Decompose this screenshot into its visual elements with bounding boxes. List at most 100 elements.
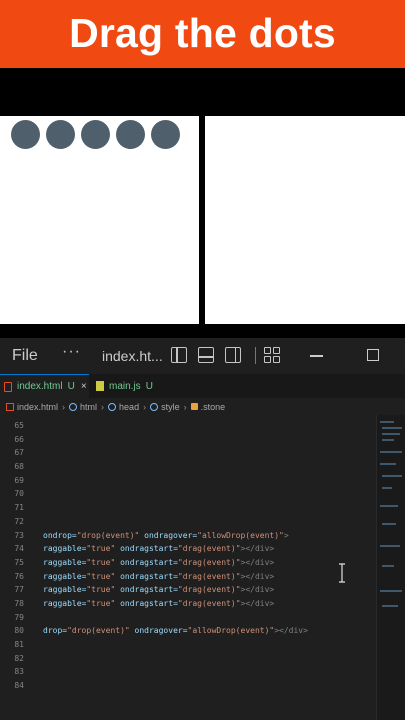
minimize-icon[interactable] <box>310 355 323 357</box>
line-number: 72 <box>14 516 24 526</box>
minimap-line <box>380 451 402 453</box>
line-number: 73 <box>14 530 24 540</box>
code-string: "true" <box>86 585 116 595</box>
code-string: "drag(event)" <box>177 571 241 581</box>
banner-title: Drag the dots <box>69 9 336 56</box>
code-attr: ondragstart= <box>115 571 178 581</box>
code-attr: raggable= <box>43 544 87 554</box>
toggle-sidebar-icon[interactable] <box>171 347 187 363</box>
line-number: 70 <box>14 489 24 499</box>
code-tag: ></div> <box>240 585 275 595</box>
drop-zone-left[interactable] <box>0 116 199 324</box>
tab-label: index.html <box>17 381 63 392</box>
line-number: 65 <box>14 421 24 430</box>
line-number: 83 <box>14 667 24 677</box>
tab-main-js[interactable]: main.js U <box>92 374 162 398</box>
minimap[interactable] <box>376 415 405 720</box>
draggable-dot[interactable] <box>151 120 180 149</box>
minimap-line <box>380 463 396 465</box>
untracked-badge: U <box>145 380 153 392</box>
customize-layout-icon[interactable] <box>264 347 281 364</box>
tab-label: main.js <box>109 380 141 392</box>
code-line: raggable="true" ondragstart="drag(event)… <box>43 570 373 584</box>
minimap-line <box>380 545 400 547</box>
draggable-dot[interactable] <box>116 120 145 149</box>
chevron-right-icon: › <box>183 401 187 412</box>
tag-icon <box>150 402 159 411</box>
draggable-dot[interactable] <box>11 120 40 149</box>
code-attr: ondragstart= <box>115 544 178 554</box>
toggle-panel-icon[interactable] <box>198 347 214 363</box>
tab-index-html[interactable]: index.html U × <box>0 374 89 398</box>
line-number: 71 <box>14 503 24 513</box>
drop-zone-right[interactable] <box>205 116 405 324</box>
line-number: 75 <box>14 557 24 567</box>
breadcrumb-item[interactable]: head <box>119 402 139 412</box>
chevron-right-icon: › <box>143 401 147 412</box>
tag-icon <box>108 402 117 411</box>
code-string: "true" <box>86 598 116 608</box>
menu-file[interactable]: File <box>12 347 38 365</box>
code-string: "drag(event)" <box>177 598 241 608</box>
breadcrumb-item[interactable]: index.html <box>17 402 58 412</box>
titlebar-divider <box>255 347 256 364</box>
breadcrumb-item[interactable]: .stone <box>201 402 226 412</box>
code-attr: raggable= <box>43 585 87 595</box>
code-attr: drop= <box>43 626 68 636</box>
code-tag: ></div> <box>240 557 275 567</box>
minimap-line <box>382 433 400 435</box>
code-string: "drop(event)" <box>76 530 140 540</box>
toggle-secondary-sidebar-icon[interactable] <box>225 347 241 363</box>
minimap-line <box>380 590 402 592</box>
code-area[interactable]: ondrop="drop(event)" ondragover="allowDr… <box>43 419 373 638</box>
code-line: raggable="true" ondragstart="drag(event)… <box>43 583 373 597</box>
line-number-gutter: 65 66 67 68 69 70 71 72 73 74 75 76 77 7… <box>0 419 34 693</box>
line-number: 79 <box>14 612 24 622</box>
line-number: 67 <box>14 448 24 458</box>
code-tag: > <box>283 530 289 540</box>
breadcrumb-item[interactable]: html <box>80 402 97 412</box>
code-editor-window: File ··· index.ht... index.html U × main… <box>0 338 405 720</box>
code-tag: ></div> <box>240 598 275 608</box>
untracked-badge: U <box>67 381 75 392</box>
code-line: raggable="true" ondragstart="drag(event)… <box>43 542 373 556</box>
minimap-line <box>382 475 402 477</box>
code-line: ondrop="drop(event)" ondragover="allowDr… <box>43 529 373 543</box>
close-icon[interactable]: × <box>81 381 87 392</box>
code-string: "allowDrop(event)" <box>197 530 284 540</box>
code-line: raggable="true" ondragstart="drag(event)… <box>43 556 373 570</box>
js-file-icon <box>96 381 104 391</box>
code-attr: raggable= <box>43 571 87 581</box>
line-number: 68 <box>14 462 24 472</box>
minimap-line <box>382 439 394 441</box>
css-selector-icon <box>190 403 198 410</box>
window-file-name: index.ht... <box>102 348 163 364</box>
title-bar: File ··· index.ht... <box>0 338 405 374</box>
drag-stage <box>0 68 405 338</box>
draggable-dot[interactable] <box>81 120 110 149</box>
line-number: 80 <box>14 626 24 636</box>
line-number: 76 <box>14 571 24 581</box>
line-number: 78 <box>14 598 24 608</box>
code-attr: ondragstart= <box>115 598 178 608</box>
code-line: raggable="true" ondragstart="drag(event)… <box>43 597 373 611</box>
breadcrumb-item[interactable]: style <box>161 402 180 412</box>
chevron-right-icon: › <box>101 401 105 412</box>
more-menu-icon[interactable]: ··· <box>62 343 81 361</box>
code-string: "true" <box>86 557 116 567</box>
minimap-line <box>382 487 392 489</box>
minimap-line <box>382 523 396 525</box>
code-attr: ondragstart= <box>115 557 178 567</box>
draggable-dot[interactable] <box>46 120 75 149</box>
maximize-icon[interactable] <box>367 349 379 361</box>
minimap-line <box>382 427 402 429</box>
title-banner: Drag the dots <box>0 0 405 68</box>
code-string: "drag(event)" <box>177 557 241 567</box>
